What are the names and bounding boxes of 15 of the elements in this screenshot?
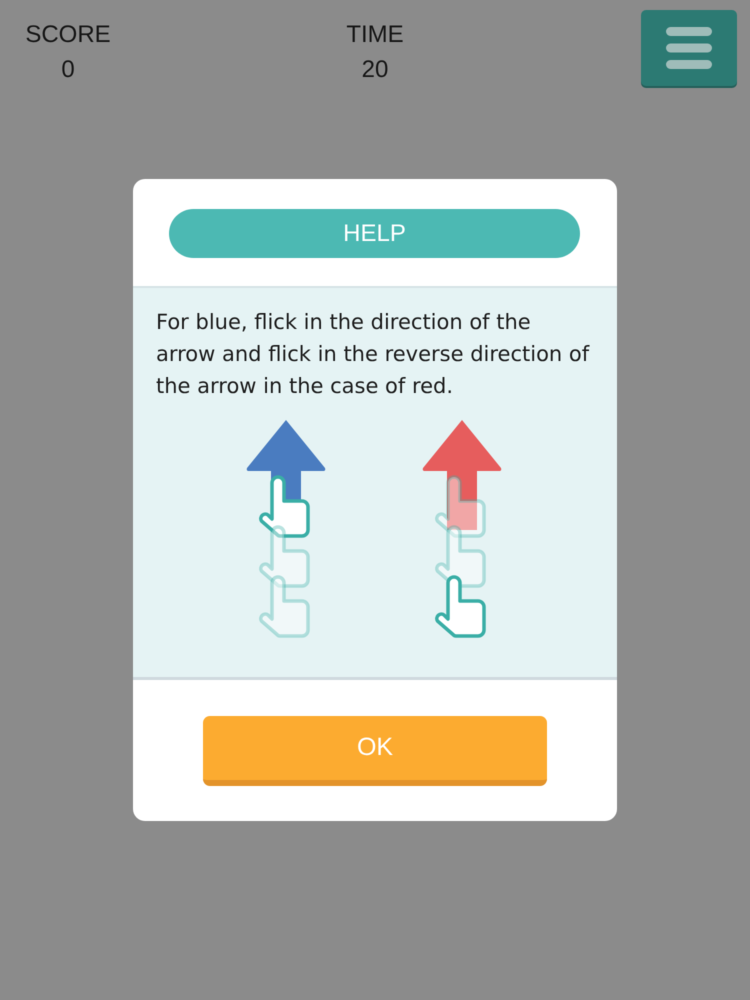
pointing-hand-icon [259,475,310,538]
faded-pointing-hand-icon [435,475,486,538]
help-title: HELP [169,209,580,258]
menu-button[interactable] [641,10,737,86]
ok-button[interactable]: OK [203,716,547,786]
instruction-text: For blue, flick in the direction of the arrow and flick in the reverse direction of the arrow in the case of red. [156,309,590,400]
menu-icon [666,27,712,69]
pointing-hand-icon [435,575,486,638]
faded-pointing-hand-icon [259,525,310,588]
time-label: TIME [346,20,404,50]
score-value: 0 [61,55,75,85]
faded-pointing-hand-icon [435,525,486,588]
score-label: SCORE [25,20,111,50]
time-value: 20 [362,55,388,85]
faded-pointing-hand-icon [259,575,310,638]
